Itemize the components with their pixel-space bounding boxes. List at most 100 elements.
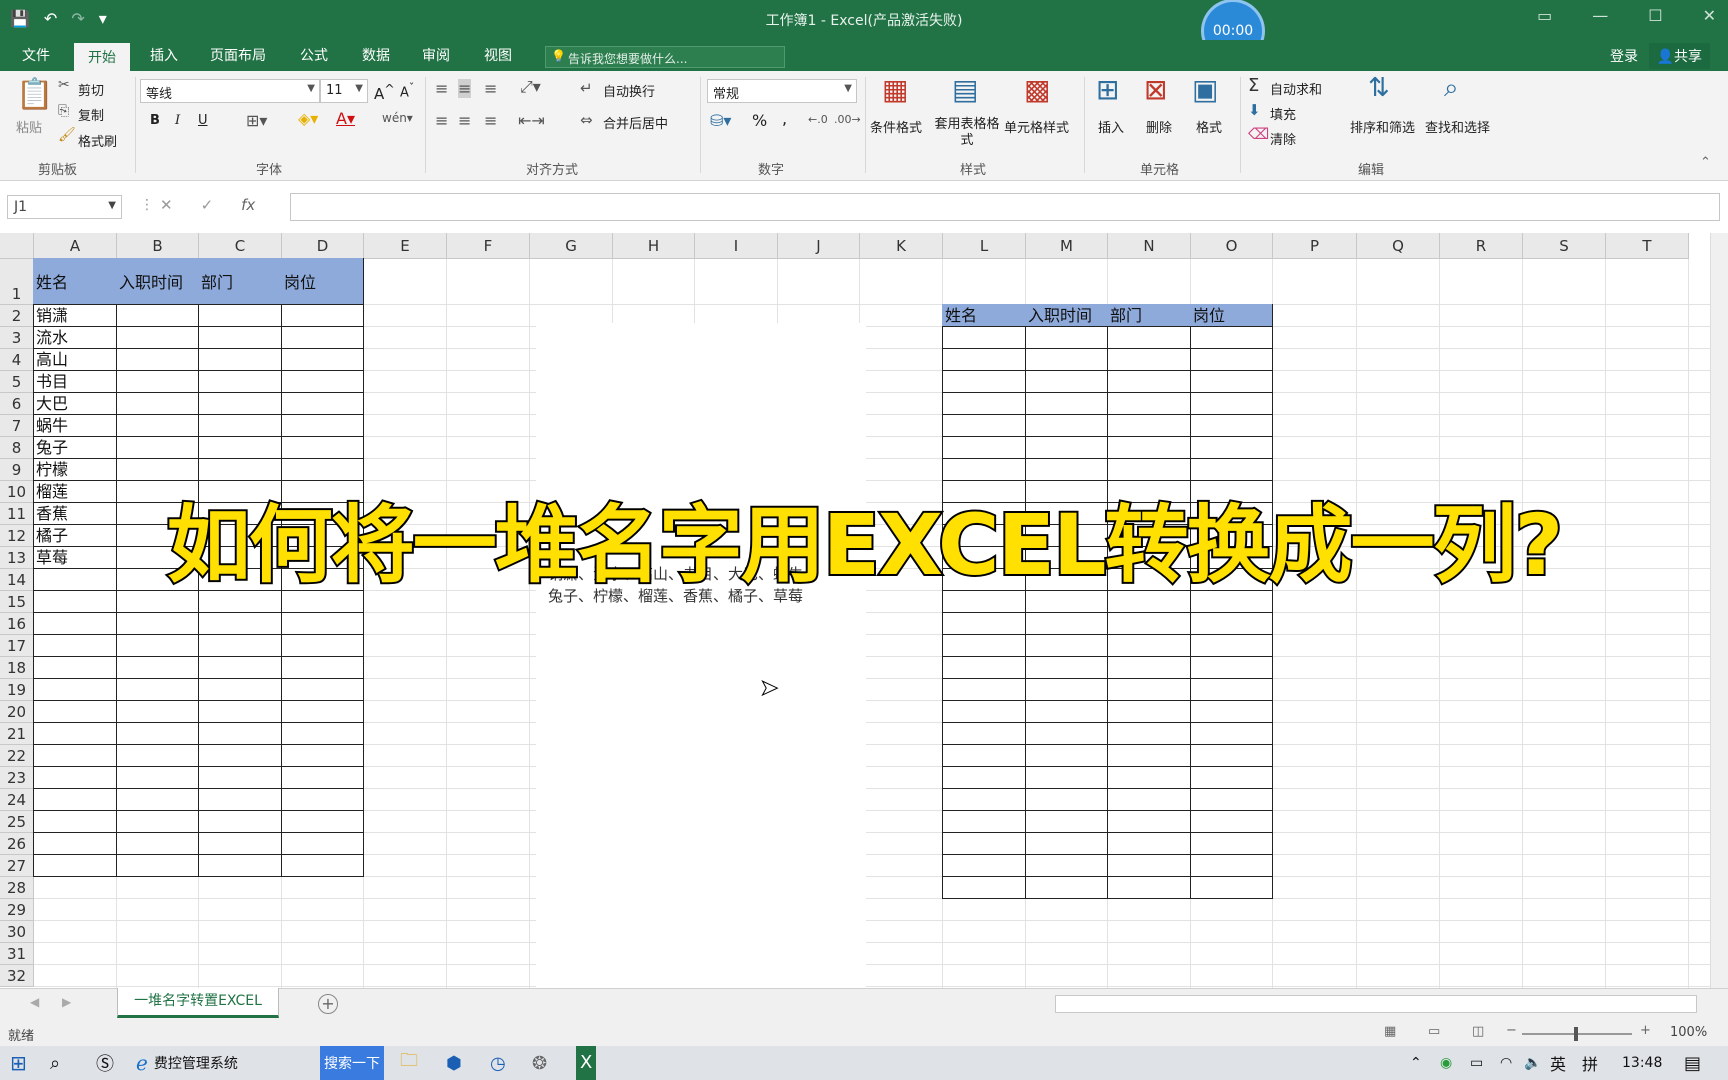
font-size-select[interactable]: 11 ▼ [320, 79, 368, 103]
row-header[interactable]: 20 [0, 701, 34, 723]
table-cell[interactable] [281, 788, 364, 811]
table-cell[interactable] [33, 744, 117, 767]
table-cell[interactable] [116, 634, 199, 657]
table-header-cell[interactable]: 入职时间 [1025, 304, 1108, 327]
table-cell[interactable] [1025, 722, 1108, 745]
format-painter-icon[interactable]: 🖌 [58, 127, 76, 143]
align-center-icon[interactable]: ≡ [458, 111, 471, 130]
table-cell[interactable] [198, 766, 282, 789]
table-cell[interactable] [116, 678, 199, 701]
table-cell[interactable] [198, 722, 282, 745]
table-cell[interactable] [1190, 854, 1273, 877]
volume-icon[interactable]: 🔈 [1524, 1046, 1541, 1080]
column-header[interactable]: D [282, 233, 364, 259]
select-all-corner[interactable] [0, 233, 34, 259]
find-select-button[interactable]: 查找和选择 [1425, 117, 1490, 136]
page-break-icon[interactable]: ◫ [1472, 1024, 1484, 1039]
table-cell[interactable] [198, 348, 282, 371]
column-header[interactable]: Q [1357, 233, 1440, 259]
table-cell[interactable] [1190, 326, 1273, 349]
table-cell[interactable] [1025, 326, 1108, 349]
table-cell[interactable] [198, 788, 282, 811]
table-cell[interactable] [942, 436, 1026, 459]
table-cell[interactable] [942, 634, 1026, 657]
table-cell[interactable] [1107, 722, 1191, 745]
table-cell[interactable] [33, 810, 117, 833]
horizontal-scrollbar[interactable] [1055, 995, 1697, 1013]
table-cell[interactable] [1107, 832, 1191, 855]
format-table-button[interactable]: 套用表格格式 [932, 117, 1002, 149]
row-header[interactable]: 21 [0, 723, 34, 745]
align-bottom-icon[interactable]: ≡ [484, 79, 497, 98]
column-header[interactable]: R [1440, 233, 1523, 259]
table-cell[interactable] [1025, 876, 1108, 899]
tray-app-icon[interactable]: ◉ [1440, 1046, 1452, 1080]
column-header[interactable]: P [1273, 233, 1357, 259]
table-cell[interactable] [942, 370, 1026, 393]
table-cell[interactable] [1190, 744, 1273, 767]
row-header[interactable]: 18 [0, 657, 34, 679]
table-cell[interactable] [1025, 766, 1108, 789]
format-cells-button[interactable]: 格式 [1196, 117, 1222, 136]
align-middle-icon[interactable]: ≡ [458, 79, 472, 98]
format-painter-button[interactable]: 格式刷 [78, 131, 117, 150]
table-cell[interactable] [942, 744, 1026, 767]
sort-filter-button[interactable]: 排序和筛选 [1350, 117, 1415, 136]
table-cell[interactable] [33, 612, 117, 635]
wrap-text-button[interactable]: 自动换行 [603, 81, 655, 100]
table-cell[interactable] [198, 656, 282, 679]
table-cell[interactable] [198, 678, 282, 701]
row-header[interactable]: 4 [0, 349, 34, 371]
italic-button[interactable]: I [175, 113, 180, 128]
formula-input[interactable] [290, 193, 1720, 221]
column-header[interactable]: K [860, 233, 943, 259]
worksheet-grid[interactable]: A B C D E F G H I J K L M N O P Q R S T 1 2 3 4 5 6 7 8 9 10 11 12 13 14 1… [0, 233, 1728, 988]
align-top-icon[interactable]: ≡ [435, 79, 448, 98]
table-cell[interactable] [1190, 788, 1273, 811]
tab-data[interactable]: 数据 [362, 45, 390, 65]
close-icon[interactable]: ✕ [1703, 6, 1716, 25]
table-cell[interactable] [281, 414, 364, 437]
table-cell[interactable] [281, 612, 364, 635]
table-cell[interactable] [1107, 436, 1191, 459]
search-icon[interactable]: ⌕ [50, 1046, 60, 1080]
page-layout-icon[interactable]: ▭ [1428, 1024, 1440, 1039]
scroll-right-icon[interactable]: ▶ [62, 995, 71, 1009]
tray-chevron-icon[interactable]: ⌃ [1410, 1046, 1422, 1080]
table-cell[interactable] [198, 326, 282, 349]
fill-color-icon[interactable]: ◈▾ [298, 109, 318, 128]
tab-file[interactable]: 文件 [22, 45, 50, 65]
zoom-out-icon[interactable]: − [1506, 1023, 1517, 1038]
decrease-decimal-icon[interactable]: .00→ [834, 113, 861, 126]
table-cell[interactable] [116, 348, 199, 371]
row-header[interactable]: 26 [0, 833, 34, 855]
row-header[interactable]: 3 [0, 327, 34, 349]
table-cell[interactable] [942, 392, 1026, 415]
table-cell[interactable] [1190, 414, 1273, 437]
table-header-cell[interactable]: 部门 [1107, 304, 1191, 327]
row-header[interactable]: 28 [0, 877, 34, 899]
table-cell[interactable] [116, 656, 199, 679]
table-cell[interactable] [198, 832, 282, 855]
row-header[interactable]: 23 [0, 767, 34, 789]
table-cell[interactable] [33, 700, 117, 723]
table-header-cell[interactable]: 姓名 [942, 304, 1026, 327]
table-cell[interactable] [1107, 854, 1191, 877]
number-format-select[interactable]: 常规 ▼ [707, 79, 857, 103]
row-header[interactable]: 27 [0, 855, 34, 877]
table-cell[interactable] [116, 326, 199, 349]
table-cell[interactable] [942, 788, 1026, 811]
row-header[interactable]: 19 [0, 679, 34, 701]
cell-styles-icon[interactable]: ▩ [1024, 73, 1050, 106]
table-cell[interactable] [1190, 722, 1273, 745]
tab-review[interactable]: 审阅 [422, 45, 450, 65]
app-s-icon[interactable]: Ⓢ [96, 1046, 114, 1080]
table-cell[interactable] [281, 744, 364, 767]
table-cell[interactable] [33, 766, 117, 789]
table-cell[interactable] [1107, 326, 1191, 349]
table-cell[interactable] [198, 634, 282, 657]
table-cell[interactable] [1025, 810, 1108, 833]
column-header[interactable]: N [1108, 233, 1191, 259]
table-cell[interactable] [281, 392, 364, 415]
table-cell[interactable] [1190, 810, 1273, 833]
